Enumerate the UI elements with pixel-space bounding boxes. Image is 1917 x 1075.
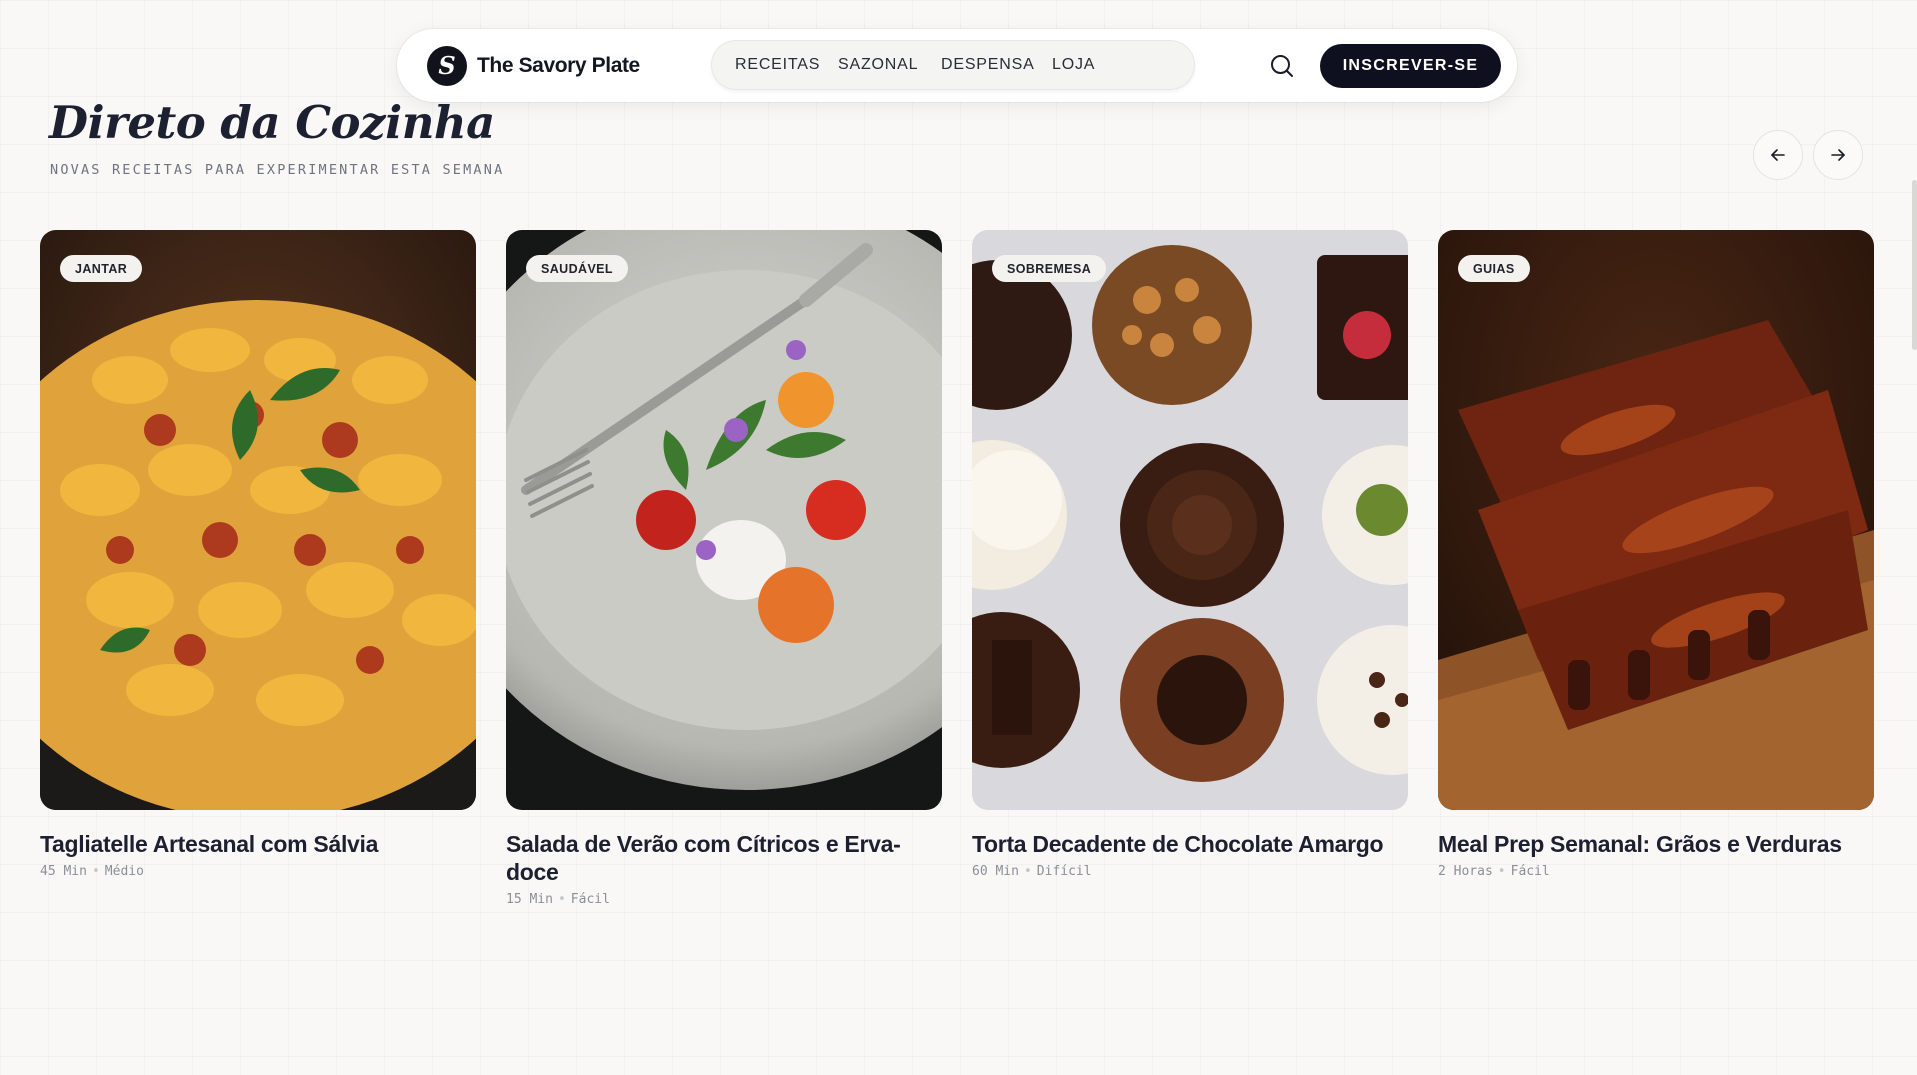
card-difficulty: Médio bbox=[104, 864, 144, 879]
salad-photo[interactable]: SAUDÁVEL bbox=[506, 230, 942, 810]
recipe-card[interactable]: SOBREMESA Torta Decadente de Chocolate A… bbox=[972, 230, 1408, 879]
subscribe-button[interactable]: INSCREVER-SE bbox=[1320, 44, 1501, 88]
search-button[interactable] bbox=[1267, 51, 1297, 81]
recipe-card[interactable]: SAUDÁVEL Salada de Verão com Cítricos e … bbox=[506, 230, 942, 907]
card-time: 15 Min bbox=[506, 892, 553, 907]
card-difficulty: Fácil bbox=[570, 892, 610, 907]
nav-item-sazonal[interactable]: SAZONAL bbox=[838, 56, 918, 74]
category-badge: GUIAS bbox=[1458, 255, 1530, 282]
page-scrollbar[interactable] bbox=[1912, 180, 1917, 350]
card-difficulty: Fácil bbox=[1510, 864, 1550, 879]
card-time: 45 Min bbox=[40, 864, 87, 879]
category-badge: SAUDÁVEL bbox=[526, 255, 628, 282]
brand-name: The Savory Plate bbox=[477, 53, 640, 77]
carousel-prev-button[interactable] bbox=[1753, 130, 1803, 180]
card-title[interactable]: Salada de Verão com Cítricos e Erva-doce bbox=[506, 830, 942, 886]
section-title: Direto da Cozinha bbox=[49, 96, 495, 149]
category-badge: JANTAR bbox=[60, 255, 143, 282]
nav-item-loja[interactable]: LOJA bbox=[1052, 56, 1095, 74]
section-subtitle: NOVAS RECEITAS PARA EXPERIMENTAR ESTA SE… bbox=[50, 162, 505, 178]
arrow-left-icon bbox=[1771, 149, 1785, 161]
card-difficulty: Difícil bbox=[1036, 864, 1092, 879]
recipe-card[interactable]: JANTAR Tagliatelle Artesanal com Sálvia … bbox=[40, 230, 476, 879]
arrow-right-icon bbox=[1831, 149, 1845, 161]
carousel-next-button[interactable] bbox=[1813, 130, 1863, 180]
card-meta: 60 Min • Difícil bbox=[972, 864, 1408, 879]
recipe-card[interactable]: GUIAS Meal Prep Semanal: Grãos e Verdura… bbox=[1438, 230, 1874, 879]
card-meta: 2 Horas • Fácil bbox=[1438, 864, 1874, 879]
separator-dot: • bbox=[557, 892, 566, 907]
top-navbar: S The Savory Plate RECEITAS SAZONAL DESP… bbox=[397, 29, 1517, 102]
card-time: 2 Horas bbox=[1438, 864, 1493, 879]
card-time: 60 Min bbox=[972, 864, 1019, 879]
brand[interactable]: S The Savory Plate bbox=[427, 45, 640, 86]
pasta-photo[interactable]: JANTAR bbox=[40, 230, 476, 810]
nav-menu: RECEITAS SAZONAL DESPENSA LOJA bbox=[711, 40, 1195, 90]
ribs-photo[interactable]: GUIAS bbox=[1438, 230, 1874, 810]
search-icon bbox=[1271, 55, 1293, 77]
card-title[interactable]: Torta Decadente de Chocolate Amargo bbox=[972, 830, 1408, 858]
separator-dot: • bbox=[1497, 864, 1506, 879]
brand-logo: S bbox=[427, 45, 467, 86]
card-meta: 15 Min • Fácil bbox=[506, 892, 942, 907]
nav-item-despensa[interactable]: DESPENSA bbox=[941, 56, 1035, 74]
separator-dot: • bbox=[91, 864, 100, 879]
separator-dot: • bbox=[1023, 864, 1032, 879]
card-meta: 45 Min • Médio bbox=[40, 864, 476, 879]
card-title[interactable]: Meal Prep Semanal: Grãos e Verduras bbox=[1438, 830, 1874, 858]
nav-item-receitas[interactable]: RECEITAS bbox=[735, 56, 820, 74]
card-title[interactable]: Tagliatelle Artesanal com Sálvia bbox=[40, 830, 476, 858]
desserts-photo[interactable]: SOBREMESA bbox=[972, 230, 1408, 810]
category-badge: SOBREMESA bbox=[992, 255, 1107, 282]
